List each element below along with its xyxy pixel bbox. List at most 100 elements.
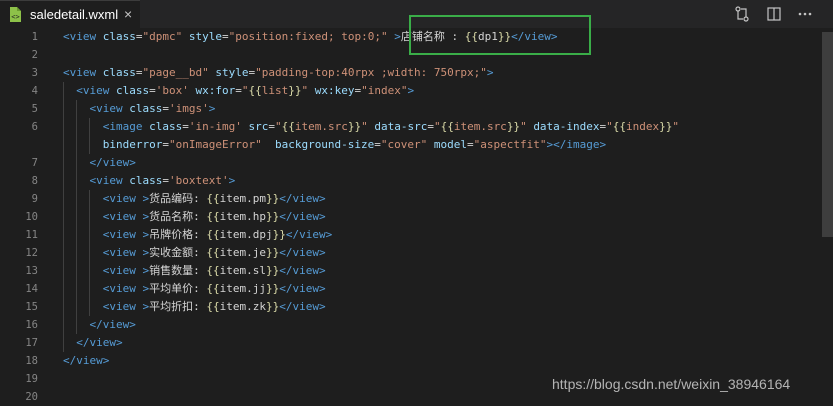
code-token: <view <box>102 264 136 277</box>
line-number: 5 <box>31 103 38 115</box>
code-token: 平均单价: <box>149 282 207 295</box>
code-line: </view> <box>63 316 136 334</box>
code-token: </view> <box>279 264 326 277</box>
code-token: class <box>116 84 150 97</box>
line-number: 10 <box>25 211 38 223</box>
close-icon[interactable]: × <box>124 7 132 22</box>
line-number: 18 <box>25 355 38 367</box>
line-number: 8 <box>31 175 38 187</box>
line-number: 2 <box>31 49 38 61</box>
code-token: {{ <box>206 228 220 241</box>
more-actions-icon[interactable] <box>797 6 813 22</box>
highlight-box <box>409 15 591 55</box>
code-token: </view> <box>279 192 326 205</box>
code-editor[interactable]: 1 2 3 4 5 6 7 8 9 10 11 12 13 14 15 16 17 18 19 20 <view cl… <box>0 28 833 404</box>
code-token: > <box>394 30 401 43</box>
tab-saledetail-wxml[interactable]: <> saledetail.wxml × <box>0 0 140 28</box>
code-token: </view> <box>279 210 326 223</box>
code-token: {{ <box>281 120 295 133</box>
scrollbar-thumb[interactable] <box>822 32 833 237</box>
code-token: "dpmc" <box>142 30 183 43</box>
line-number: 16 <box>25 319 38 331</box>
code-token: {{ <box>206 210 220 223</box>
code-token: item.hp <box>219 210 266 223</box>
code-token: class <box>102 66 136 79</box>
code-token: 销售数量: <box>149 264 207 277</box>
code-token: style <box>215 66 249 79</box>
code-token: = <box>182 120 189 133</box>
code-token: </view> <box>89 156 136 169</box>
code-token: "index" <box>361 84 408 97</box>
code-token: style <box>188 30 222 43</box>
code-token: }} <box>265 264 280 277</box>
code-token: </view> <box>279 246 326 259</box>
code-line: <view >货品名称: {{item.hp}}</view> <box>63 208 326 226</box>
code-token: background-size <box>274 138 375 151</box>
code-token: " <box>361 120 368 133</box>
code-token: <view <box>102 300 136 313</box>
code-token: {{ <box>206 192 220 205</box>
code-token: <view <box>102 228 136 241</box>
code-token: "position:fixed; top:0;" <box>228 30 388 43</box>
code-token: = <box>149 84 156 97</box>
tab-label: saledetail.wxml <box>30 7 119 22</box>
code-token: class <box>102 30 136 43</box>
code-token: list <box>261 84 289 97</box>
line-number: 12 <box>25 247 38 259</box>
code-token: = <box>135 30 143 43</box>
code-token: <view <box>76 84 110 97</box>
code-line: <image class='in-img' src="{{item.src}}"… <box>63 118 679 136</box>
code-token: 货品编码: <box>149 192 207 205</box>
code-token: class <box>129 174 163 187</box>
code-line: <view class='boxtext'> <box>63 172 236 190</box>
code-token: {{ <box>206 282 220 295</box>
code-token: = <box>135 66 143 79</box>
compare-changes-icon[interactable] <box>734 6 750 22</box>
code-token: <view <box>102 192 136 205</box>
split-editor-icon[interactable] <box>766 6 782 22</box>
code-token: "padding-top:40rpx ;width: 750rpx;" <box>255 66 487 79</box>
code-line: <view class="page__bd" style="padding-to… <box>63 64 494 82</box>
code-token: = <box>162 138 169 151</box>
code-token: > <box>407 84 415 97</box>
line-number: 3 <box>31 67 38 79</box>
code-line: <view >平均折扣: {{item.zk}}</view> <box>63 298 326 316</box>
line-number: 9 <box>31 193 38 205</box>
code-token: "onImageError" <box>168 138 262 151</box>
code-line: <view >销售数量: {{item.sl}}</view> <box>63 262 326 280</box>
code-token: {{ <box>248 84 262 97</box>
code-token: item.dpj <box>219 228 273 241</box>
code-token: </view> <box>279 282 326 295</box>
code-line: <view >货品编码: {{item.pm}}</view> <box>63 190 326 208</box>
line-number: 15 <box>25 301 38 313</box>
code-token: }} <box>265 282 280 295</box>
code-token: index <box>626 120 660 133</box>
code-token: </view> <box>63 354 110 367</box>
code-token: = <box>162 102 169 115</box>
code-token: {{ <box>612 120 627 133</box>
code-token: = <box>162 174 169 187</box>
code-token: item.sl <box>219 264 266 277</box>
code-line: binderror="onImageError" background-size… <box>63 136 606 154</box>
code-line: <view >平均单价: {{item.jj}}</view> <box>63 280 326 298</box>
